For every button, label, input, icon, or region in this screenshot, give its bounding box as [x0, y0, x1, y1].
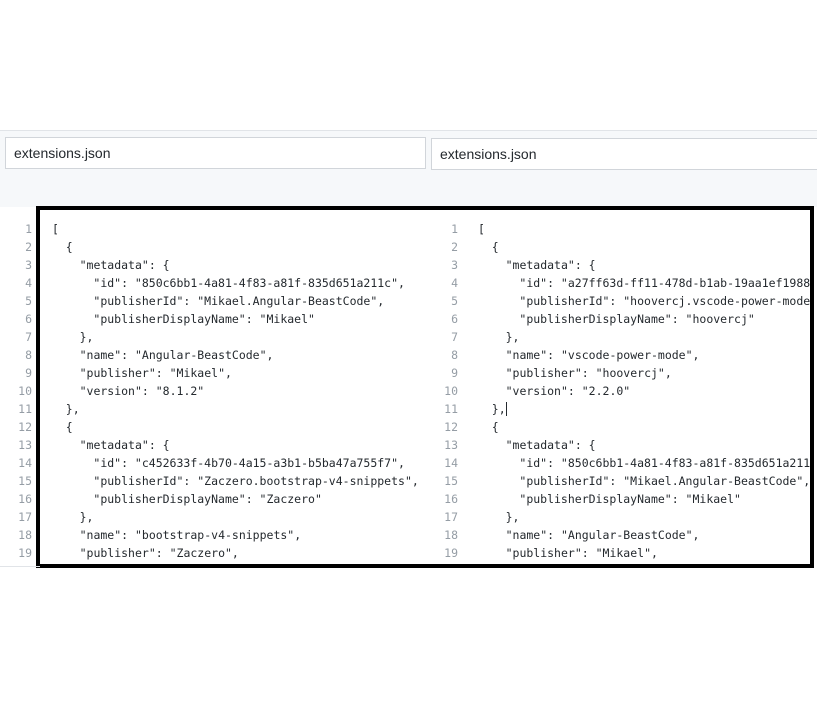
line-number: 1	[25, 222, 32, 236]
line-number: 3	[25, 258, 32, 272]
line-number: 11	[18, 402, 32, 416]
line-number: 10	[18, 384, 32, 398]
line-number: 13	[18, 438, 32, 452]
line-number: 16	[18, 492, 32, 506]
line-number: 6	[25, 312, 32, 326]
divider	[0, 566, 40, 567]
line-number: 18	[18, 528, 32, 542]
line-number: 4	[25, 276, 32, 290]
line-number: 2	[25, 240, 32, 254]
highlight-frame	[36, 206, 814, 568]
line-number: 19	[18, 546, 32, 560]
line-number: 12	[18, 420, 32, 434]
line-number: 9	[25, 366, 32, 380]
line-number: 17	[18, 510, 32, 524]
left-filename-input[interactable]: extensions.json	[5, 137, 426, 169]
line-number: 8	[25, 348, 32, 362]
line-number: 7	[25, 330, 32, 344]
line-number: 5	[25, 294, 32, 308]
right-filename-input[interactable]: extensions.json	[431, 138, 817, 170]
line-number: 14	[18, 456, 32, 470]
line-number: 15	[18, 474, 32, 488]
